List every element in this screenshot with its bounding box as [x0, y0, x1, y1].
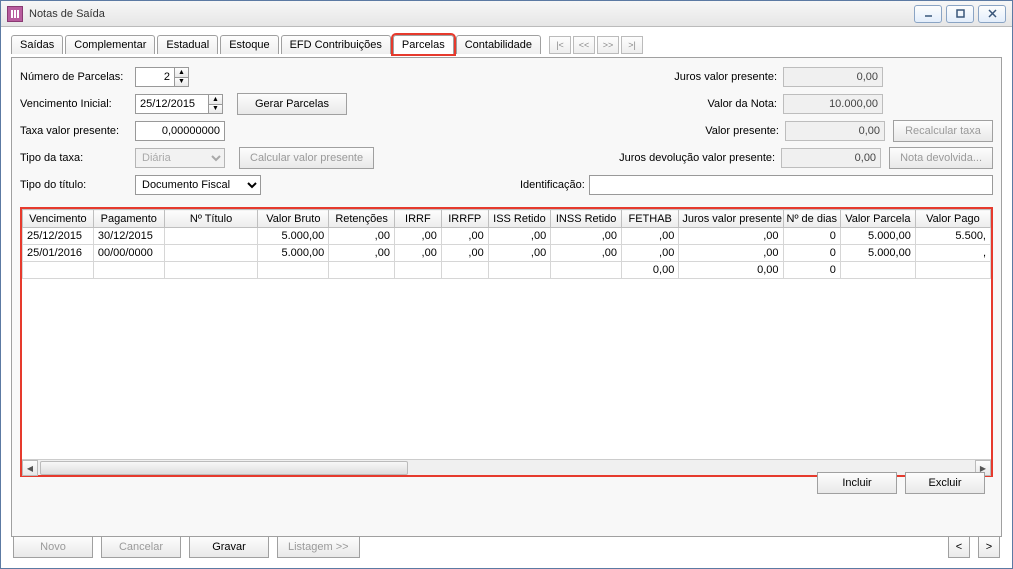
valor-presente-value	[785, 121, 885, 141]
titlebar: Notas de Saída	[1, 1, 1012, 27]
juros-vp-value	[783, 67, 883, 87]
numero-parcelas-label: Número de Parcelas:	[20, 71, 135, 83]
tipo-titulo-select[interactable]: Documento Fiscal	[135, 175, 261, 195]
table-row[interactable]: 25/01/2016 00/00/0000 5.000,00 ,00 ,00 ,…	[23, 245, 991, 262]
nav-last-button[interactable]: >|	[621, 36, 643, 54]
tipo-taxa-label: Tipo da taxa:	[20, 152, 135, 164]
col-fethab[interactable]: FETHAB	[622, 210, 679, 228]
tabstrip: Saídas Complementar Estadual Estoque EFD…	[11, 35, 1002, 54]
vencimento-inicial-label: Vencimento Inicial:	[20, 98, 135, 110]
tab-parcelas[interactable]: Parcelas	[393, 35, 454, 54]
taxa-vp-label: Taxa valor presente:	[20, 125, 135, 137]
tipo-titulo-label: Tipo do título:	[20, 179, 135, 191]
juros-vp-label: Juros valor presente:	[440, 71, 783, 83]
juros-dev-vp-value	[781, 148, 881, 168]
tab-estadual[interactable]: Estadual	[157, 35, 218, 54]
col-valor-parcela[interactable]: Valor Parcela	[840, 210, 915, 228]
incluir-button[interactable]: Incluir	[817, 472, 897, 494]
identificacao-label: Identificação:	[440, 179, 589, 191]
nota-devolvida-button[interactable]: Nota devolvida...	[889, 147, 993, 169]
recalcular-taxa-button[interactable]: Recalcular taxa	[893, 120, 993, 142]
tipo-taxa-select[interactable]: Diária	[135, 148, 225, 168]
grid-scroll[interactable]: Vencimento Pagamento Nº Título Valor Bru…	[22, 209, 991, 459]
parcelas-panel: Número de Parcelas: ▲ ▼ Vencimento Inici…	[11, 57, 1002, 537]
col-n-dias[interactable]: Nº de dias	[783, 210, 840, 228]
col-irrfp[interactable]: IRRFP	[441, 210, 488, 228]
col-pagamento[interactable]: Pagamento	[93, 210, 164, 228]
gravar-button[interactable]: Gravar	[189, 536, 269, 558]
valor-nota-value	[783, 94, 883, 114]
col-irrf[interactable]: IRRF	[394, 210, 441, 228]
spin-down-icon[interactable]: ▼	[175, 78, 188, 87]
nav-prev-button[interactable]: <<	[573, 36, 595, 54]
cancelar-button[interactable]: Cancelar	[101, 536, 181, 558]
grid-header-row: Vencimento Pagamento Nº Título Valor Bru…	[23, 210, 991, 228]
spin-up-icon[interactable]: ▲	[209, 95, 222, 105]
valor-nota-label: Valor da Nota:	[440, 98, 783, 110]
tab-estoque[interactable]: Estoque	[220, 35, 278, 54]
close-button[interactable]	[978, 5, 1006, 23]
app-icon	[7, 6, 23, 22]
footer-prev-button[interactable]: <	[948, 536, 970, 558]
footer-toolbar: Novo Cancelar Gravar Listagem >> < >	[13, 536, 1000, 558]
maximize-button[interactable]	[946, 5, 974, 23]
col-iss-retido[interactable]: ISS Retido	[488, 210, 551, 228]
excluir-button[interactable]: Excluir	[905, 472, 985, 494]
scroll-left-icon[interactable]: ◀	[22, 460, 38, 476]
minimize-button[interactable]	[914, 5, 942, 23]
valor-presente-label: Valor presente:	[440, 125, 785, 137]
numero-parcelas-input[interactable]	[135, 67, 175, 87]
footer-next-button[interactable]: >	[978, 536, 1000, 558]
tab-efd-contribuicoes[interactable]: EFD Contribuições	[281, 35, 391, 54]
vencimento-inicial-input[interactable]	[135, 94, 209, 114]
novo-button[interactable]: Novo	[13, 536, 93, 558]
spin-down-icon[interactable]: ▼	[209, 105, 222, 114]
col-juros-vp[interactable]: Juros valor presente	[679, 210, 783, 228]
gerar-parcelas-button[interactable]: Gerar Parcelas	[237, 93, 347, 115]
table-row[interactable]: 25/12/2015 30/12/2015 5.000,00 ,00 ,00 ,…	[23, 228, 991, 245]
totals-row: 0,00 0,00 0	[23, 262, 991, 279]
calcular-vp-button[interactable]: Calcular valor presente	[239, 147, 374, 169]
taxa-vp-input[interactable]	[135, 121, 225, 141]
col-valor-pago[interactable]: Valor Pago	[915, 210, 990, 228]
scroll-thumb[interactable]	[40, 461, 408, 475]
identificacao-input[interactable]	[589, 175, 993, 195]
parcelas-grid: Vencimento Pagamento Nº Título Valor Bru…	[20, 207, 993, 477]
tab-saidas[interactable]: Saídas	[11, 35, 63, 54]
col-retencoes[interactable]: Retenções	[329, 210, 395, 228]
col-n-titulo[interactable]: Nº Título	[164, 210, 258, 228]
col-inss-retido[interactable]: INSS Retido	[551, 210, 622, 228]
spin-up-icon[interactable]: ▲	[175, 68, 188, 78]
col-vencimento[interactable]: Vencimento	[23, 210, 94, 228]
window-title: Notas de Saída	[29, 8, 914, 20]
juros-dev-vp-label: Juros devolução valor presente:	[440, 152, 781, 164]
nav-first-button[interactable]: |<	[549, 36, 571, 54]
tab-contabilidade[interactable]: Contabilidade	[456, 35, 541, 54]
col-valor-bruto[interactable]: Valor Bruto	[258, 210, 329, 228]
listagem-button[interactable]: Listagem >>	[277, 536, 360, 558]
nav-next-button[interactable]: >>	[597, 36, 619, 54]
tab-complementar[interactable]: Complementar	[65, 35, 155, 54]
